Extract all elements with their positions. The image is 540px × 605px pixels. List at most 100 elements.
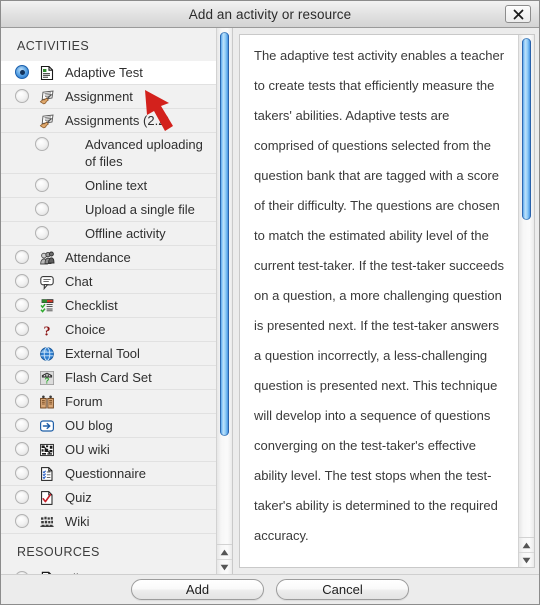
activity-label: Assignment: [65, 89, 133, 104]
icon-placeholder: [57, 201, 77, 218]
chevron-down-icon: [220, 564, 229, 571]
radio-external-tool[interactable]: [15, 346, 29, 360]
description-scrollbar[interactable]: [518, 35, 534, 567]
radio-adaptive-test[interactable]: [15, 65, 29, 79]
section-heading-activities: ACTIVITIES: [1, 28, 216, 61]
chevron-down-icon: [522, 557, 531, 564]
activity-label: Online text: [85, 178, 148, 193]
svg-text:?: ?: [44, 324, 51, 338]
activity-item-file[interactable]: File: [1, 567, 216, 574]
activity-item-assignments-2-2[interactable]: Assignments (2.2): [1, 109, 216, 133]
chevron-up-icon: [522, 542, 531, 548]
radio-file[interactable]: [15, 571, 29, 574]
activity-label: Adaptive Test: [65, 65, 143, 80]
activity-item-adaptive-test[interactable]: Adaptive Test: [1, 61, 216, 85]
radio-assignment[interactable]: [15, 89, 29, 103]
description-scroll-track[interactable]: [519, 35, 534, 537]
radio-ou-wiki[interactable]: [15, 442, 29, 456]
cancel-button[interactable]: Cancel: [276, 579, 409, 600]
activity-item-offline-activity[interactable]: Offline activity: [1, 222, 216, 246]
activity-item-assignment[interactable]: Assignment: [1, 85, 216, 109]
radio-forum[interactable]: [15, 394, 29, 408]
activity-label: Flash Card Set: [65, 370, 152, 385]
icon-placeholder: [57, 136, 77, 153]
radio-wiki[interactable]: [15, 514, 29, 528]
radio-chat[interactable]: [15, 274, 29, 288]
description-paragraph: The adaptive test activity enables a tea…: [254, 48, 505, 543]
chat-icon: [37, 273, 57, 290]
description-scroll-arrows[interactable]: [519, 537, 534, 567]
close-button[interactable]: [505, 5, 531, 23]
radio-choice[interactable]: [15, 322, 29, 336]
ou-wiki-icon: [37, 441, 57, 458]
activity-item-flash-card-set[interactable]: ? Flash Card Set: [1, 366, 216, 390]
activity-list-scrollbar[interactable]: [216, 28, 232, 574]
activity-list[interactable]: ACTIVITIES Adaptive Test Assignment Assignm…: [1, 28, 216, 574]
activity-label: Offline activity: [85, 226, 166, 241]
scroll-down-arrow-left[interactable]: [217, 560, 232, 574]
activity-label: Upload a single file: [85, 202, 195, 217]
activity-label: Chat: [65, 274, 93, 289]
activity-item-questionnaire[interactable]: Questionnaire: [1, 462, 216, 486]
dialog-titlebar: Add an activity or resource: [1, 1, 539, 28]
assignment-icon: [37, 88, 57, 105]
activity-item-chat[interactable]: Chat: [1, 270, 216, 294]
activity-label: Checklist: [65, 298, 118, 313]
radio-online-text[interactable]: [35, 178, 49, 192]
activity-list-scroll-thumb[interactable]: [220, 32, 229, 436]
scroll-up-arrow-right[interactable]: [519, 538, 534, 553]
activity-chooser-panel: ACTIVITIES Adaptive Test Assignment Assignm…: [1, 28, 233, 574]
radio-quiz[interactable]: [15, 490, 29, 504]
activity-item-online-text[interactable]: Online text: [1, 174, 216, 198]
description-box: The adaptive test activity enables a tea…: [239, 34, 535, 568]
activity-item-quiz[interactable]: Quiz: [1, 486, 216, 510]
questionnaire-icon: [37, 465, 57, 482]
checklist-icon: [37, 297, 57, 314]
choice-icon: ?: [37, 321, 57, 338]
activity-label: Questionnaire: [65, 466, 146, 481]
radio-questionnaire[interactable]: [15, 466, 29, 480]
activity-item-forum[interactable]: Forum: [1, 390, 216, 414]
activity-list-scroll-arrows[interactable]: [217, 544, 232, 574]
activity-label: File: [65, 570, 210, 574]
activity-item-ou-blog[interactable]: OU blog: [1, 414, 216, 438]
activity-item-ou-wiki[interactable]: OU wiki: [1, 438, 216, 462]
radio-checklist[interactable]: [15, 298, 29, 312]
icon-placeholder: [57, 177, 77, 194]
radio-ou-blog[interactable]: [15, 418, 29, 432]
radio-upload-a-single-file[interactable]: [35, 202, 49, 216]
activity-list-scroll-track[interactable]: [217, 28, 232, 544]
external-tool-icon: [37, 345, 57, 362]
scroll-up-arrow-left[interactable]: [217, 545, 232, 560]
icon-placeholder: [57, 225, 77, 242]
activity-item-wiki[interactable]: Wiki: [1, 510, 216, 534]
activity-item-external-tool[interactable]: External Tool: [1, 342, 216, 366]
activity-item-choice[interactable]: ? Choice: [1, 318, 216, 342]
section-heading-resources: RESOURCES: [1, 534, 216, 567]
wiki-icon: [37, 513, 57, 530]
attendance-icon: [37, 249, 57, 266]
radio-offline-activity[interactable]: [35, 226, 49, 240]
activity-description-panel: The adaptive test activity enables a tea…: [233, 28, 539, 574]
scroll-down-arrow-right[interactable]: [519, 553, 534, 567]
file-icon: [37, 570, 57, 574]
radio-attendance[interactable]: [15, 250, 29, 264]
activity-label: OU wiki: [65, 442, 110, 457]
flash-card-icon: ?: [37, 369, 57, 386]
activity-item-attendance[interactable]: Attendance: [1, 246, 216, 270]
radio-advanced-uploading-of-files[interactable]: [35, 137, 49, 151]
quiz-icon: [37, 489, 57, 506]
activity-label: Advanced uploading of files: [85, 137, 203, 169]
activity-item-checklist[interactable]: Checklist: [1, 294, 216, 318]
radio-flash-card-set[interactable]: [15, 370, 29, 384]
activity-label: External Tool: [65, 346, 140, 361]
activity-item-advanced-uploading-of-files[interactable]: Advanced uploading of files: [1, 133, 216, 174]
add-button[interactable]: Add: [131, 579, 264, 600]
page-title: Add an activity or resource: [188, 6, 352, 22]
activity-label: Choice: [65, 322, 106, 337]
activity-label: Quiz: [65, 490, 92, 505]
forum-icon: [37, 393, 57, 410]
activity-item-upload-a-single-file[interactable]: Upload a single file: [1, 198, 216, 222]
ou-blog-icon: [37, 417, 57, 434]
description-scroll-thumb[interactable]: [522, 38, 531, 220]
